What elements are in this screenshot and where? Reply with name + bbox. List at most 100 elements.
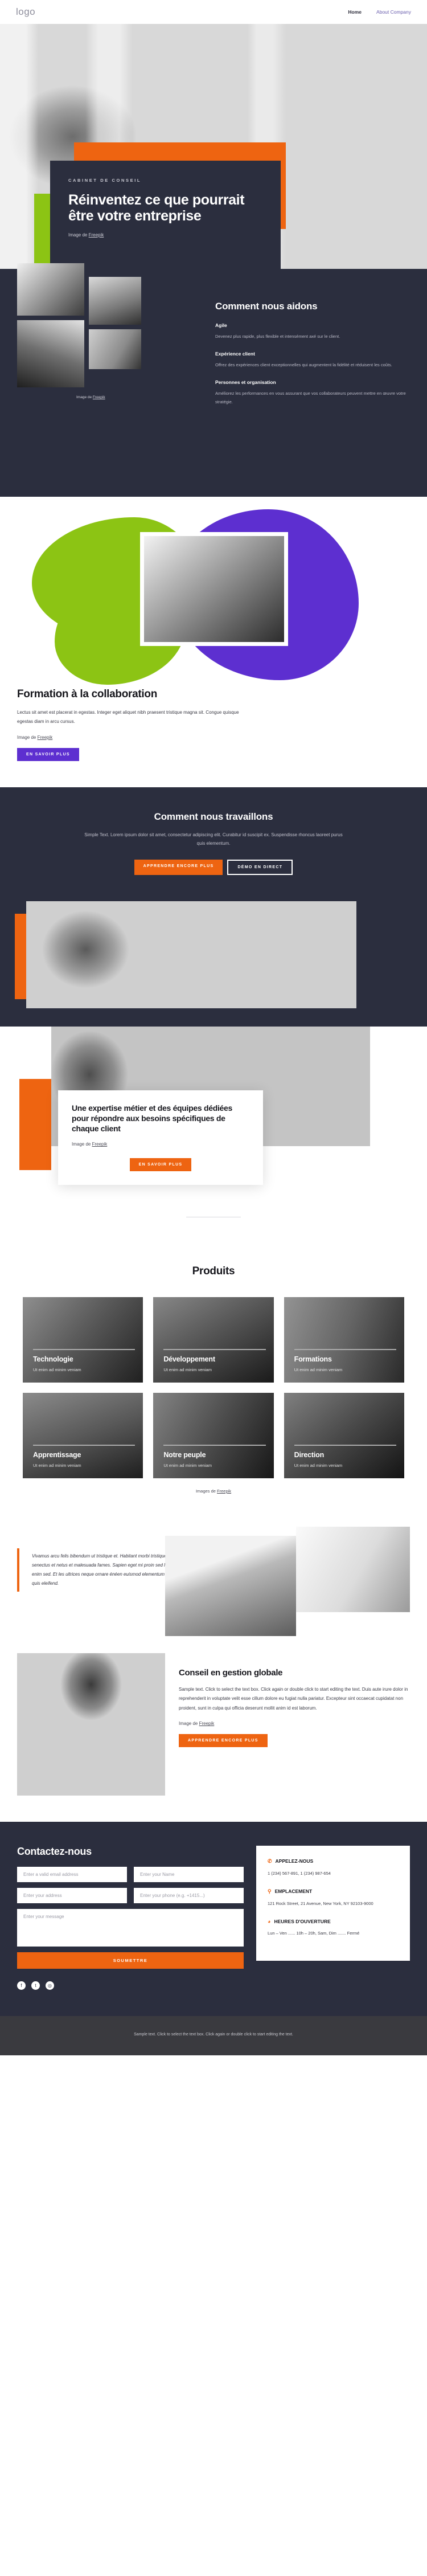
product-card-body: Apprentissage Ut enim ad minim veniam [33, 1444, 136, 1468]
help-feature-text: Améliorez les performances en vous assur… [215, 391, 406, 405]
product-card-body: Direction Ut enim ad minim veniam [294, 1444, 396, 1468]
expertise-section: Une expertise métier et des équipes dédi… [0, 1026, 427, 1240]
social-links: f t ◎ [17, 1981, 244, 1990]
hero-credit-prefix: Image de [68, 232, 89, 238]
product-card-title: Technologie [33, 1355, 73, 1363]
help-credit-link[interactable]: Freepik [93, 395, 105, 399]
help-credit-prefix: Image de [76, 395, 93, 399]
product-card-title: Direction [294, 1450, 325, 1459]
advice-section: Vivamus arcu felis bibendum ut tristique… [0, 1514, 427, 1822]
submit-button[interactable]: SOUMETTRE [17, 1952, 244, 1969]
contact-info-title-row: ⚲ EMPLACEMENT [268, 1888, 399, 1895]
quote-row: Vivamus arcu felis bibendum ut tristique… [0, 1526, 427, 1651]
product-card-technologie[interactable]: Technologie Ut enim ad minim veniam [23, 1297, 143, 1383]
phone-icon: ✆ [268, 1858, 272, 1864]
help-feature-title: Expérience client [215, 351, 255, 357]
how-we-help-inner: Image de Freepik Comment nous aidons Agi… [0, 263, 427, 406]
help-feature-text: Devenez plus rapide, plus flexible et in… [215, 334, 340, 340]
training-section: Formation à la collaboration Lectus sit … [0, 497, 427, 787]
hero-section: CABINET DE CONSEIL Réinventez ce que pou… [0, 24, 427, 269]
products-credit-prefix: Images de [195, 1488, 217, 1494]
training-credit-link[interactable]: Freepik [38, 735, 53, 740]
nav-link-about-company[interactable]: About Company [376, 9, 411, 15]
how-we-work-media [0, 901, 427, 1027]
expertise-title: Une expertise métier et des équipes dédi… [72, 1103, 233, 1134]
name-field[interactable] [134, 1866, 244, 1882]
collage-photo-2 [89, 277, 141, 325]
how-we-work-section: Comment nous travaillons Simple Text. Lo… [0, 787, 427, 1027]
advice-person-photo [17, 1653, 165, 1796]
expertise-card: Une expertise métier et des équipes dédi… [58, 1090, 263, 1185]
contact-info-title: EMPLACEMENT [274, 1888, 313, 1895]
help-feature-agile: Agile Devenez plus rapide, plus flexible… [215, 322, 410, 341]
email-field[interactable] [17, 1866, 127, 1882]
how-we-help-section: Image de Freepik Comment nous aidons Agi… [0, 263, 427, 497]
top-navbar: logo Home About Company [0, 0, 427, 24]
phone-field[interactable] [134, 1887, 244, 1903]
collage-photo-3 [17, 320, 84, 387]
advice-credit-link[interactable]: Freepik [199, 1721, 215, 1726]
address-field[interactable] [17, 1887, 127, 1903]
advice-image-credit: Image de Freepik [179, 1721, 410, 1726]
clock-icon: ◕ [268, 1918, 271, 1924]
learn-more-button[interactable]: APPRENDRE ENCORE PLUS [134, 859, 223, 875]
help-feature-text: Offrez des expériences client exceptionn… [215, 362, 392, 368]
product-card-rule [294, 1444, 396, 1446]
product-card-notre-peuple[interactable]: Notre peuple Ut enim ad minim veniam [153, 1392, 274, 1478]
expertise-orange-accent [19, 1078, 51, 1170]
landing-page: logo Home About Company CABINET DE CONSE… [0, 0, 427, 2056]
product-card-text: Ut enim ad minim veniam [294, 1367, 343, 1372]
product-card-body: Développement Ut enim ad minim veniam [163, 1348, 266, 1372]
site-logo[interactable]: logo [16, 6, 35, 18]
expertise-image-credit: Image de Freepik [72, 1142, 249, 1147]
contact-title: Contactez-nous [17, 1845, 92, 1857]
advice-cta-button[interactable]: APPRENDRE ENCORE PLUS [179, 1734, 268, 1748]
footer-text: Sample text. Click to select the text bo… [134, 2032, 293, 2037]
how-we-help-title: Comment nous aidons [215, 301, 318, 312]
twitter-icon[interactable]: t [31, 1981, 40, 1990]
hero-eyebrow: CABINET DE CONSEIL [68, 178, 142, 183]
live-demo-button[interactable]: DÉMO EN DIRECT [227, 859, 293, 875]
product-card-apprentissage[interactable]: Apprentissage Ut enim ad minim veniam [23, 1392, 143, 1478]
nav-link-home[interactable]: Home [348, 9, 362, 15]
product-card-text: Ut enim ad minim veniam [33, 1367, 81, 1372]
training-image-credit: Image de Freepik [17, 735, 239, 740]
product-card-formations[interactable]: Formations Ut enim ad minim veniam [284, 1297, 404, 1383]
instagram-icon[interactable]: ◎ [46, 1981, 54, 1990]
expertise-cta-button[interactable]: EN SAVOIR PLUS [129, 1158, 192, 1172]
contact-info-value: Lun – Ven ...... 10h – 20h, Sam, Dim ...… [268, 1930, 360, 1936]
product-card-rule [33, 1444, 136, 1446]
collage-photo-4 [89, 329, 141, 369]
hero-card: CABINET DE CONSEIL Réinventez ce que pou… [50, 161, 281, 269]
how-we-work-button-row: APPRENDRE ENCORE PLUS DÉMO EN DIRECT [0, 859, 427, 875]
product-card-title: Notre peuple [163, 1450, 206, 1459]
contact-form-column: Contactez-nous SOUMETTRE f t ◎ [17, 1846, 244, 1990]
training-title: Formation à la collaboration [17, 688, 158, 700]
contact-info-hours: ◕ HEURES D'OUVERTURE Lun – Ven ...... 10… [268, 1919, 399, 1937]
expertise-credit-link[interactable]: Freepik [92, 1142, 108, 1147]
product-card-text: Ut enim ad minim veniam [163, 1462, 212, 1468]
product-card-title: Développement [163, 1355, 215, 1363]
contact-form-row-1 [17, 1866, 244, 1882]
training-paragraph: Lectus sit amet est placerat in egestas.… [17, 709, 239, 725]
product-card-body: Notre peuple Ut enim ad minim veniam [163, 1444, 266, 1468]
help-feature-customer-experience: Expérience client Offrez des expériences… [215, 351, 410, 369]
product-card-direction[interactable]: Direction Ut enim ad minim veniam [284, 1392, 404, 1478]
product-card-text: Ut enim ad minim veniam [33, 1462, 81, 1468]
advice-paragraph: Sample text. Click to select the text bo… [179, 1687, 408, 1711]
help-feature-title: Agile [215, 322, 227, 329]
contact-info-title: HEURES D'OUVERTURE [274, 1918, 331, 1924]
product-card-rule [33, 1348, 136, 1350]
products-credit-link[interactable]: Freepik [217, 1489, 231, 1494]
product-card-developpement[interactable]: Développement Ut enim ad minim veniam [153, 1297, 274, 1383]
products-title: Produits [192, 1265, 235, 1277]
facebook-icon[interactable]: f [17, 1981, 26, 1990]
product-card-body: Formations Ut enim ad minim veniam [294, 1348, 396, 1372]
message-field[interactable] [17, 1908, 244, 1947]
hero-title: Réinventez ce que pourrait être votre en… [68, 192, 245, 224]
how-we-work-title: Comment nous travaillons [154, 811, 273, 822]
training-cta-button[interactable]: EN SAVOIR PLUS [17, 747, 79, 761]
product-card-text: Ut enim ad minim veniam [294, 1462, 343, 1468]
hero-credit-link[interactable]: Freepik [89, 232, 104, 238]
quote-text: Vivamus arcu felis bibendum ut tristique… [32, 1553, 175, 1586]
